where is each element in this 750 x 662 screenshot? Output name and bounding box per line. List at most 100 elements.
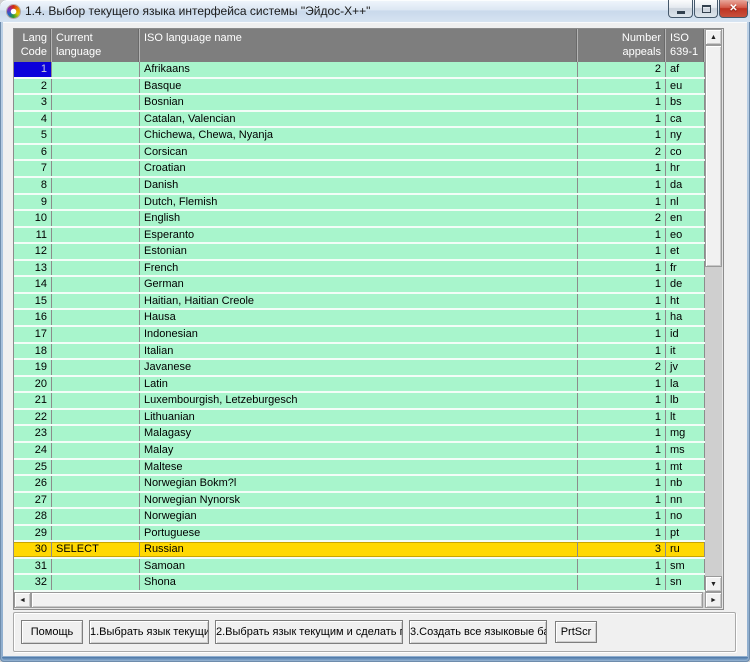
titlebar[interactable]: 1.4. Выбор текущего языка интерфейса сис…	[0, 0, 750, 22]
cell-iso[interactable]: nb	[666, 476, 705, 491]
cell-appeals[interactable]: 1	[578, 128, 666, 143]
cell-code[interactable]: 7	[14, 161, 52, 176]
cell-name[interactable]: Italian	[140, 344, 578, 359]
cell-current[interactable]	[52, 327, 140, 342]
table-row[interactable]: 9Dutch, Flemish1nl	[14, 195, 705, 212]
minimize-button[interactable]	[668, 0, 693, 18]
select-language-and-translate-button[interactable]: 2.Выбрать язык текущим и сделать перевод	[215, 620, 403, 644]
cell-iso[interactable]: co	[666, 145, 705, 160]
cell-code[interactable]: 10	[14, 211, 52, 226]
cell-code[interactable]: 9	[14, 195, 52, 210]
cell-name[interactable]: Bosnian	[140, 95, 578, 110]
cell-appeals[interactable]: 1	[578, 277, 666, 292]
table-row[interactable]: 2Basque1eu	[14, 79, 705, 96]
cell-current[interactable]	[52, 95, 140, 110]
cell-current[interactable]	[52, 244, 140, 259]
cell-name[interactable]: Estonian	[140, 244, 578, 259]
maximize-button[interactable]	[694, 0, 718, 18]
table-row[interactable]: 21Luxembourgish, Letzeburgesch1lb	[14, 393, 705, 410]
cell-name[interactable]: Corsican	[140, 145, 578, 160]
cell-current[interactable]	[52, 128, 140, 143]
cell-appeals[interactable]: 1	[578, 575, 666, 590]
table-row[interactable]: 10English2en	[14, 211, 705, 228]
table-row[interactable]: 32Shona1sn	[14, 575, 705, 592]
horizontal-scrollbar-thumb[interactable]	[31, 592, 703, 608]
cell-code[interactable]: 15	[14, 294, 52, 309]
table-row[interactable]: 4Catalan, Valencian1ca	[14, 112, 705, 129]
cell-code[interactable]: 8	[14, 178, 52, 193]
scroll-up-button[interactable]: ▲	[705, 29, 722, 45]
cell-current[interactable]: SELECT	[52, 542, 140, 557]
cell-iso[interactable]: ny	[666, 128, 705, 143]
create-all-language-bases-button[interactable]: 3.Создать все языковые базы	[409, 620, 547, 644]
cell-appeals[interactable]: 1	[578, 476, 666, 491]
table-row[interactable]: 23Malagasy1mg	[14, 426, 705, 443]
cell-current[interactable]	[52, 476, 140, 491]
close-button[interactable]: ✕	[719, 0, 748, 18]
cell-current[interactable]	[52, 443, 140, 458]
cell-current[interactable]	[52, 559, 140, 574]
cell-name[interactable]: Croatian	[140, 161, 578, 176]
cell-code[interactable]: 31	[14, 559, 52, 574]
cell-name[interactable]: Esperanto	[140, 228, 578, 243]
cell-code[interactable]: 2	[14, 79, 52, 94]
cell-appeals[interactable]: 1	[578, 112, 666, 127]
cell-name[interactable]: Maltese	[140, 460, 578, 475]
cell-name[interactable]: Haitian, Haitian Creole	[140, 294, 578, 309]
cell-iso[interactable]: it	[666, 344, 705, 359]
cell-appeals[interactable]: 1	[578, 261, 666, 276]
table-row[interactable]: 18 Italian1it	[14, 344, 705, 361]
cell-current[interactable]	[52, 294, 140, 309]
cell-appeals[interactable]: 1	[578, 195, 666, 210]
cell-appeals[interactable]: 1	[578, 460, 666, 475]
cell-code[interactable]: 5	[14, 128, 52, 143]
cell-iso[interactable]: sm	[666, 559, 705, 574]
cell-current[interactable]	[52, 393, 140, 408]
cell-iso[interactable]: ca	[666, 112, 705, 127]
table-row[interactable]: 17Indonesian1id	[14, 327, 705, 344]
help-button[interactable]: Помощь	[21, 620, 83, 644]
cell-name[interactable]: Norwegian Bokm?l	[140, 476, 578, 491]
cell-code[interactable]: 27	[14, 493, 52, 508]
table-row[interactable]: 1Afrikaans2af	[14, 62, 705, 79]
cell-name[interactable]: Malagasy	[140, 426, 578, 441]
cell-name[interactable]: Dutch, Flemish	[140, 195, 578, 210]
cell-current[interactable]	[52, 426, 140, 441]
cell-current[interactable]	[52, 310, 140, 325]
cell-iso[interactable]: no	[666, 509, 705, 524]
vertical-scrollbar[interactable]: ▲ ▼	[705, 29, 722, 592]
cell-code[interactable]: 1	[14, 62, 52, 77]
table-row[interactable]: 12Estonian1et	[14, 244, 705, 261]
table-row[interactable]: 24Malay1ms	[14, 443, 705, 460]
cell-name[interactable]: French	[140, 261, 578, 276]
cell-current[interactable]	[52, 62, 140, 77]
cell-iso[interactable]: jv	[666, 360, 705, 375]
table-row[interactable]: 15Haitian, Haitian Creole1ht	[14, 294, 705, 311]
cell-code[interactable]: 18	[14, 344, 52, 359]
cell-name[interactable]: Norwegian Nynorsk	[140, 493, 578, 508]
cell-appeals[interactable]: 1	[578, 493, 666, 508]
cell-code[interactable]: 22	[14, 410, 52, 425]
cell-iso[interactable]: mg	[666, 426, 705, 441]
cell-code[interactable]: 4	[14, 112, 52, 127]
cell-appeals[interactable]: 1	[578, 344, 666, 359]
cell-iso[interactable]: ru	[666, 542, 705, 557]
cell-appeals[interactable]: 2	[578, 62, 666, 77]
scroll-down-button[interactable]: ▼	[705, 576, 722, 592]
cell-appeals[interactable]: 1	[578, 393, 666, 408]
cell-iso[interactable]: ms	[666, 443, 705, 458]
table-row[interactable]: 25Maltese1mt	[14, 460, 705, 477]
cell-current[interactable]	[52, 211, 140, 226]
cell-current[interactable]	[52, 575, 140, 590]
table-row[interactable]: 29Portuguese1pt	[14, 526, 705, 543]
cell-code[interactable]: 17	[14, 327, 52, 342]
table-row[interactable]: 22Lithuanian1lt	[14, 410, 705, 427]
scroll-left-button[interactable]: ◄	[14, 592, 31, 608]
cell-iso[interactable]: nn	[666, 493, 705, 508]
cell-code[interactable]: 19	[14, 360, 52, 375]
cell-appeals[interactable]: 1	[578, 310, 666, 325]
cell-iso[interactable]: bs	[666, 95, 705, 110]
cell-appeals[interactable]: 1	[578, 559, 666, 574]
select-language-button[interactable]: 1.Выбрать язык текущим	[89, 620, 209, 644]
cell-code[interactable]: 28	[14, 509, 52, 524]
